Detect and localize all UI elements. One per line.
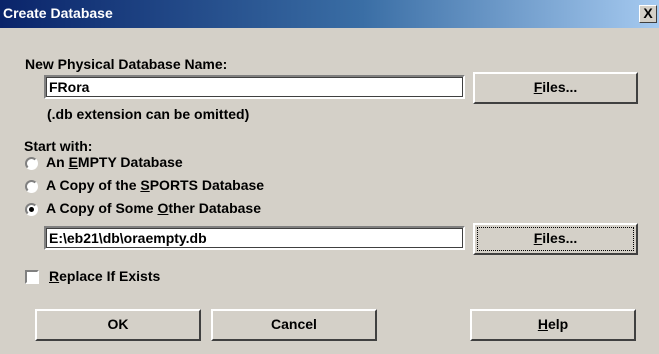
close-icon: X xyxy=(643,5,653,21)
radio-empty-pre: An xyxy=(46,154,69,170)
cancel-button[interactable]: Cancel xyxy=(211,309,377,341)
files-button-source[interactable]: Files... xyxy=(473,223,638,255)
database-name-input[interactable]: FRora xyxy=(44,75,465,99)
files-button-source-key: F xyxy=(533,230,543,246)
close-button[interactable]: X xyxy=(639,5,657,23)
title-bar[interactable]: Create Database X xyxy=(0,0,659,28)
radio-selected-dot xyxy=(29,207,34,212)
replace-if-exists-label[interactable]: Replace If Exists xyxy=(49,268,160,284)
radio-sports-post: PORTS Database xyxy=(149,177,265,193)
radio-sports-database[interactable] xyxy=(25,180,38,193)
radio-sports-database-label[interactable]: A Copy of the SPORTS Database xyxy=(46,177,264,193)
radio-empty-database[interactable] xyxy=(25,157,38,170)
radio-other-post: ther Database xyxy=(168,200,261,216)
replace-if-exists-checkbox[interactable] xyxy=(25,270,39,284)
ok-button[interactable]: OK xyxy=(35,309,201,341)
radio-empty-database-label[interactable]: An EMPTY Database xyxy=(46,154,183,170)
radio-other-key: O xyxy=(157,200,169,216)
source-database-path-input[interactable]: E:\eb21\db\oraempty.db xyxy=(44,226,465,250)
create-database-dialog: Create Database X New Physical Database … xyxy=(0,0,659,354)
radio-sports-pre: A Copy of the xyxy=(46,177,141,193)
replace-key: R xyxy=(49,268,60,284)
radio-sports-key: S xyxy=(140,177,150,193)
help-button-key: H xyxy=(537,316,548,332)
files-button-name[interactable]: Files... xyxy=(473,72,638,104)
replace-rest: eplace If Exists xyxy=(59,268,161,284)
ok-button-label: OK xyxy=(107,316,129,332)
help-button-rest: elp xyxy=(547,316,569,332)
database-name-value: FRora xyxy=(49,79,90,95)
start-with-label: Start with: xyxy=(24,138,93,154)
radio-other-database-label[interactable]: A Copy of Some Other Database xyxy=(46,200,261,216)
window-title: Create Database xyxy=(3,5,113,21)
files-button-name-key: F xyxy=(533,79,543,95)
files-button-source-rest: iles... xyxy=(542,230,578,246)
help-button[interactable]: Help xyxy=(470,309,636,341)
cancel-button-label: Cancel xyxy=(271,316,317,332)
radio-other-pre: A Copy of Some xyxy=(46,200,158,216)
radio-other-database[interactable] xyxy=(25,203,38,216)
database-name-label: New Physical Database Name: xyxy=(25,56,228,72)
radio-empty-key: E xyxy=(68,154,78,170)
radio-empty-post: MPTY Database xyxy=(77,154,183,170)
source-database-path-value: E:\eb21\db\oraempty.db xyxy=(49,230,207,246)
extension-hint: (.db extension can be omitted) xyxy=(47,106,250,122)
files-button-name-rest: iles... xyxy=(542,79,578,95)
